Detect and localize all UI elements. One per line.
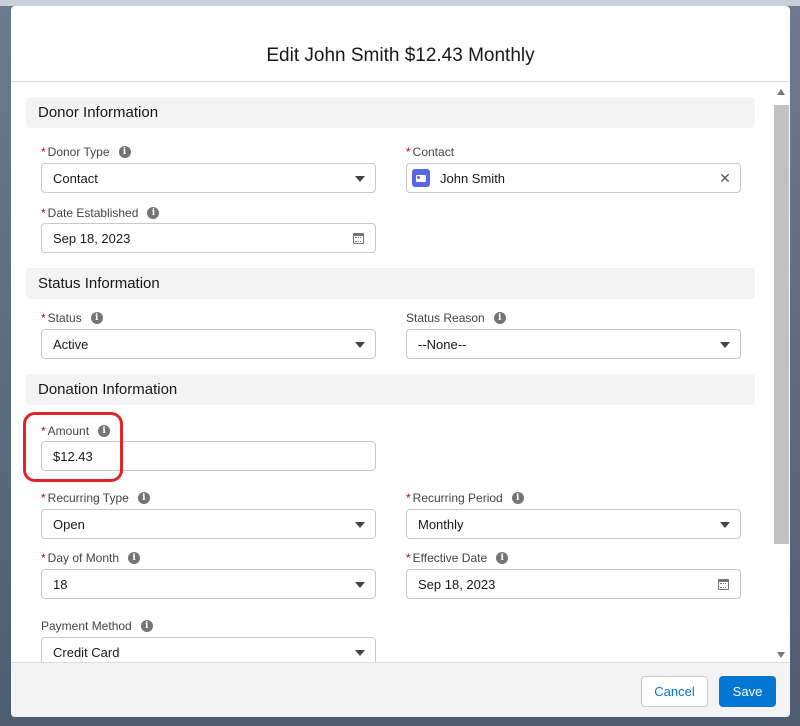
- donor-type-label-text: Donor Type: [47, 145, 110, 159]
- day-of-month-value: 18: [53, 576, 68, 592]
- edit-modal: Edit John Smith $12.43 Monthly Donor Inf…: [11, 6, 790, 717]
- status-reason-label-text: Status Reason: [406, 311, 485, 325]
- info-icon[interactable]: i: [140, 620, 153, 632]
- section-header-donor[interactable]: Donor Information: [26, 97, 755, 128]
- chevron-down-icon: [355, 176, 365, 182]
- modal-header: Edit John Smith $12.43 Monthly: [11, 6, 790, 82]
- scroll-thumb[interactable]: [774, 105, 789, 544]
- chevron-down-icon: [355, 650, 365, 656]
- recurring-period-label-text: Recurring Period: [412, 491, 503, 505]
- required-marker: *: [41, 311, 46, 325]
- calendar-icon[interactable]: [718, 579, 729, 590]
- chevron-down-icon: [720, 522, 730, 528]
- vertical-scrollbar[interactable]: [773, 83, 790, 662]
- date-established-label-text: Date Established: [47, 206, 139, 220]
- info-icon[interactable]: i: [496, 552, 509, 564]
- recurring-period-select[interactable]: Monthly: [406, 509, 741, 539]
- status-select[interactable]: Active: [41, 329, 376, 359]
- required-marker: *: [41, 551, 46, 565]
- payment-method-value: Credit Card: [53, 644, 120, 660]
- day-of-month-label: * Day of Month i: [41, 550, 141, 566]
- required-marker: *: [406, 551, 411, 565]
- section-header-donation[interactable]: Donation Information: [26, 374, 755, 405]
- donor-type-label: * Donor Type i: [41, 144, 131, 160]
- recurring-period-value: Monthly: [418, 516, 464, 532]
- section-header-status[interactable]: Status Information: [26, 268, 755, 299]
- contact-label-text: Contact: [412, 145, 455, 159]
- chevron-down-icon: [355, 582, 365, 588]
- status-reason-value: --None--: [418, 336, 467, 352]
- modal-body[interactable]: Donor Information * Donor Type i Contact…: [11, 83, 790, 662]
- contact-label: * Contact: [406, 144, 454, 160]
- chevron-down-icon: [355, 522, 365, 528]
- info-icon[interactable]: i: [511, 492, 524, 504]
- status-reason-select[interactable]: --None--: [406, 329, 741, 359]
- effective-date-label: * Effective Date i: [406, 550, 509, 566]
- day-of-month-select[interactable]: 18: [41, 569, 376, 599]
- required-marker: *: [406, 491, 411, 505]
- cancel-button[interactable]: Cancel: [641, 676, 708, 707]
- recurring-type-label-text: Recurring Type: [47, 491, 129, 505]
- modal-title: Edit John Smith $12.43 Monthly: [266, 45, 535, 66]
- info-icon[interactable]: i: [137, 492, 150, 504]
- calendar-icon[interactable]: [353, 233, 364, 244]
- date-established-label: * Date Established i: [41, 205, 160, 221]
- recurring-period-label: * Recurring Period i: [406, 490, 524, 506]
- required-marker: *: [41, 145, 46, 159]
- contact-value: John Smith: [440, 170, 506, 186]
- effective-date-label-text: Effective Date: [412, 551, 488, 565]
- amount-highlight-annotation: [23, 412, 123, 482]
- chevron-down-icon: [720, 342, 730, 348]
- recurring-type-select[interactable]: Open: [41, 509, 376, 539]
- status-label: * Status i: [41, 310, 103, 326]
- info-icon[interactable]: i: [493, 312, 506, 324]
- info-icon[interactable]: i: [118, 146, 131, 158]
- required-marker: *: [406, 145, 411, 159]
- recurring-type-value: Open: [53, 516, 85, 532]
- contact-icon: [412, 169, 430, 187]
- info-icon[interactable]: i: [147, 207, 160, 219]
- info-icon[interactable]: i: [90, 312, 103, 324]
- contact-lookup[interactable]: John Smith ✕: [406, 163, 741, 193]
- date-established-input[interactable]: Sep 18, 2023: [41, 223, 376, 253]
- status-value: Active: [53, 336, 89, 352]
- scroll-up-icon[interactable]: [777, 89, 785, 95]
- required-marker: *: [41, 491, 46, 505]
- status-label-text: Status: [47, 311, 82, 325]
- recurring-type-label: * Recurring Type i: [41, 490, 150, 506]
- donor-type-select[interactable]: Contact: [41, 163, 376, 193]
- day-of-month-label-text: Day of Month: [47, 551, 120, 565]
- clear-icon[interactable]: ✕: [718, 171, 732, 185]
- scroll-down-icon[interactable]: [777, 652, 785, 658]
- required-marker: *: [41, 206, 46, 220]
- effective-date-input[interactable]: Sep 18, 2023: [406, 569, 741, 599]
- modal-footer: Cancel Save: [11, 662, 790, 717]
- status-reason-label: Status Reason i: [406, 310, 506, 326]
- payment-method-label-text: Payment Method: [41, 619, 132, 633]
- save-button[interactable]: Save: [719, 676, 776, 707]
- payment-method-label: Payment Method i: [41, 618, 153, 634]
- effective-date-value: Sep 18, 2023: [418, 576, 496, 592]
- date-established-value: Sep 18, 2023: [53, 230, 131, 246]
- chevron-down-icon: [355, 342, 365, 348]
- payment-method-select[interactable]: Credit Card: [41, 637, 376, 662]
- donor-type-value: Contact: [53, 170, 98, 186]
- info-icon[interactable]: i: [128, 552, 141, 564]
